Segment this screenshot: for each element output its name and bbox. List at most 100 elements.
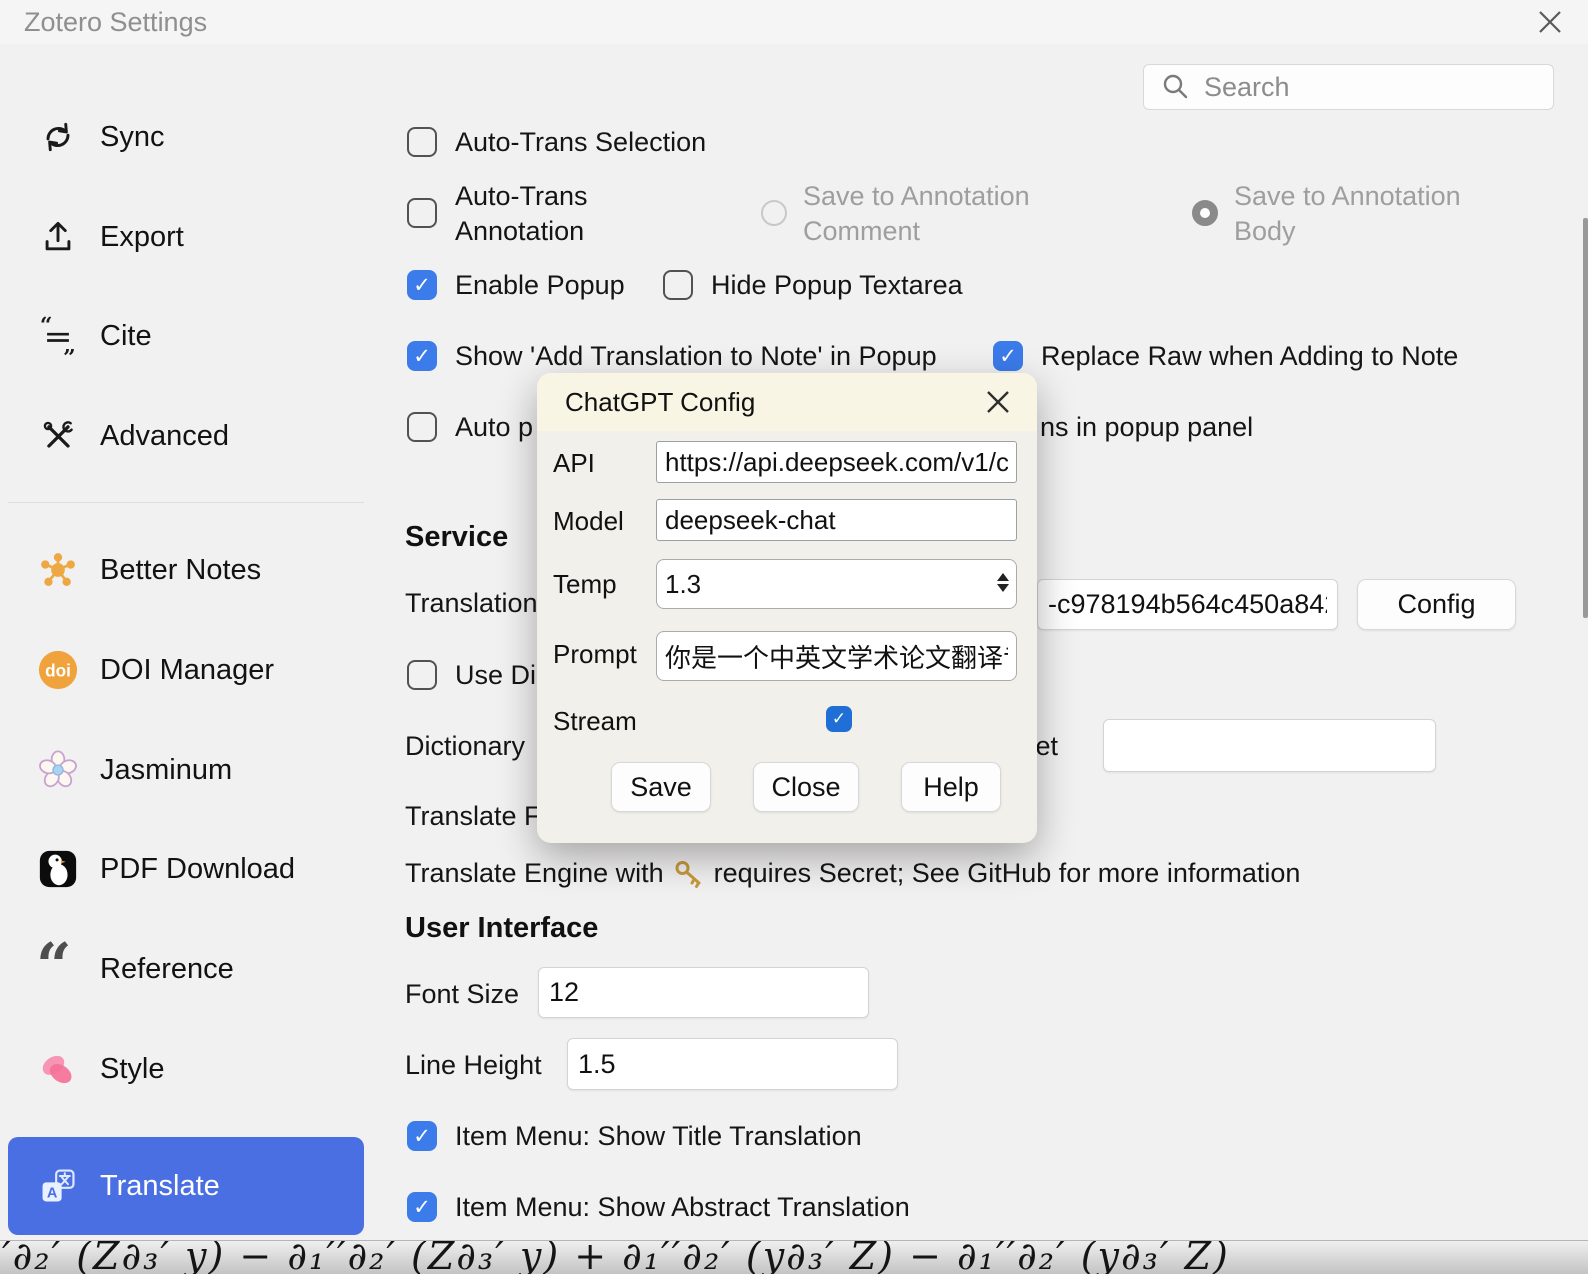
engine-note: Translate Engine with requires Secret; S… [405, 858, 1300, 889]
svg-text:“: “ [36, 929, 72, 1002]
search-box[interactable] [1143, 64, 1554, 110]
model-input[interactable] [656, 499, 1017, 541]
style-petals-icon [36, 1047, 80, 1091]
tools-icon [36, 414, 80, 458]
export-icon [36, 215, 80, 259]
translate-forms-label-fragment: Translate F [405, 801, 541, 832]
vertical-scrollbar-thumb[interactable] [1583, 218, 1588, 618]
sidebar-divider [8, 502, 364, 503]
font-size-input[interactable] [538, 967, 869, 1018]
check-icon: ✓ [413, 1195, 431, 1220]
enable-popup-label: Enable Popup [455, 270, 625, 301]
sidebar-item-label: Sync [100, 121, 164, 154]
sidebar-item-label: Reference [100, 953, 234, 986]
item-menu-title-label: Item Menu: Show Title Translation [455, 1121, 862, 1152]
api-label: API [553, 448, 595, 479]
save-button[interactable]: Save [611, 762, 711, 812]
help-button[interactable]: Help [901, 762, 1001, 812]
item-menu-abstract-label: Item Menu: Show Abstract Translation [455, 1192, 910, 1223]
check-icon: ✓ [413, 344, 431, 369]
save-to-annotation-comment-label: Save to Annotation Comment [803, 179, 1030, 249]
auto-trans-annotation-label: Auto-Trans Annotation [455, 179, 588, 249]
save-to-annotation-body-label: Save to Annotation Body [1234, 179, 1461, 249]
sidebar-item-label: Better Notes [100, 554, 261, 587]
dictionary-label: Dictionary [405, 731, 525, 762]
sidebar-item-doi-manager[interactable]: doi DOI Manager [8, 634, 364, 706]
show-add-translation-checkbox[interactable]: ✓ [407, 341, 437, 371]
save-to-annotation-body-radio[interactable] [1192, 200, 1218, 226]
window-title: Zotero Settings [24, 7, 207, 38]
better-notes-icon [36, 548, 80, 592]
doi-manager-icon: doi [36, 648, 80, 692]
chatgpt-config-dialog: ChatGPT Config API Model Temp Prompt Str… [537, 373, 1037, 843]
sidebar-item-label: Translate [100, 1170, 220, 1203]
enable-popup-checkbox[interactable]: ✓ [407, 270, 437, 300]
sidebar-item-advanced[interactable]: Advanced [8, 400, 364, 472]
svg-text:A: A [47, 1185, 58, 1201]
math-formula-text: ′∂₂′ (Z∂₃′ y) − ∂₁′′∂₂′ (Z∂₃′ y) + ∂₁′′∂… [2, 1240, 1230, 1274]
sidebar-item-label: Export [100, 221, 184, 254]
search-icon [1162, 73, 1190, 101]
sidebar-item-translate[interactable]: A Translate [8, 1137, 364, 1235]
translate-icon: A [36, 1164, 80, 1208]
search-input[interactable] [1202, 71, 1536, 104]
sidebar-item-sync[interactable]: Sync [8, 101, 364, 173]
sidebar-item-style[interactable]: Style [8, 1033, 364, 1105]
stream-label: Stream [553, 706, 637, 737]
sidebar-item-better-notes[interactable]: Better Notes [8, 534, 364, 606]
font-size-label: Font Size [405, 979, 519, 1010]
config-button[interactable]: Config [1357, 579, 1516, 630]
svg-text:„: „ [63, 333, 76, 358]
temp-label: Temp [553, 569, 617, 600]
temp-spinner[interactable] [997, 573, 1009, 592]
save-to-annotation-comment-radio[interactable] [761, 200, 787, 226]
line-height-input[interactable] [567, 1038, 898, 1090]
check-icon: ✓ [832, 709, 846, 729]
sidebar-item-jasminum[interactable]: Jasminum [8, 734, 364, 806]
dialog-title: ChatGPT Config [565, 387, 755, 418]
window-titlebar: Zotero Settings [0, 0, 1588, 44]
hide-popup-textarea-label: Hide Popup Textarea [711, 270, 963, 301]
replace-raw-label: Replace Raw when Adding to Note [1041, 341, 1458, 372]
sidebar-item-label: Advanced [100, 420, 229, 453]
replace-raw-checkbox[interactable]: ✓ [993, 341, 1023, 371]
reference-quotes-icon: “ [36, 947, 80, 991]
spinner-up-icon[interactable] [997, 573, 1009, 581]
auto-trans-annotation-checkbox[interactable] [407, 198, 437, 228]
model-label: Model [553, 506, 624, 537]
svg-text:doi: doi [45, 661, 71, 681]
spinner-down-icon[interactable] [997, 584, 1009, 592]
item-menu-abstract-checkbox[interactable]: ✓ [407, 1192, 437, 1222]
sidebar-item-reference[interactable]: “ Reference [8, 933, 364, 1005]
use-dict-checkbox[interactable] [407, 660, 437, 690]
auto-trans-selection-checkbox[interactable] [407, 127, 437, 157]
api-input[interactable] [656, 441, 1017, 483]
item-menu-title-checkbox[interactable]: ✓ [407, 1121, 437, 1151]
auto-popup-checkbox[interactable] [407, 412, 437, 442]
translation-secret-input[interactable] [1037, 579, 1338, 630]
user-interface-heading: User Interface [405, 912, 598, 945]
sidebar-item-label: Cite [100, 320, 152, 353]
temp-input[interactable] [656, 559, 1017, 609]
sidebar-item-label: Style [100, 1053, 164, 1086]
sidebar-item-cite[interactable]: “ „ Cite [8, 300, 364, 372]
jasminum-flower-icon [36, 748, 80, 792]
background-document-window[interactable]: ′∂₂′ (Z∂₃′ y) − ∂₁′′∂₂′ (Z∂₃′ y) + ∂₁′′∂… [0, 1240, 1588, 1274]
close-button[interactable]: Close [753, 762, 859, 812]
window-close-icon[interactable] [1536, 8, 1564, 36]
sidebar-item-label: DOI Manager [100, 654, 274, 687]
sidebar-item-export[interactable]: Export [8, 201, 364, 273]
dialog-close-icon[interactable] [985, 389, 1011, 415]
translation-label: Translation [405, 588, 538, 619]
sidebar-item-pdf-download[interactable]: PDF Download [8, 833, 364, 905]
check-icon: ✓ [999, 344, 1017, 369]
use-dict-label-fragment: Use Di [455, 660, 536, 691]
cite-icon: “ „ [36, 314, 80, 358]
line-height-label: Line Height [405, 1050, 542, 1081]
dictionary-secret-input[interactable] [1103, 719, 1436, 772]
prompt-input[interactable] [656, 631, 1017, 681]
hide-popup-textarea-checkbox[interactable] [663, 270, 693, 300]
prompt-label: Prompt [553, 639, 637, 670]
stream-checkbox[interactable]: ✓ [826, 706, 852, 732]
sync-icon [36, 115, 80, 159]
